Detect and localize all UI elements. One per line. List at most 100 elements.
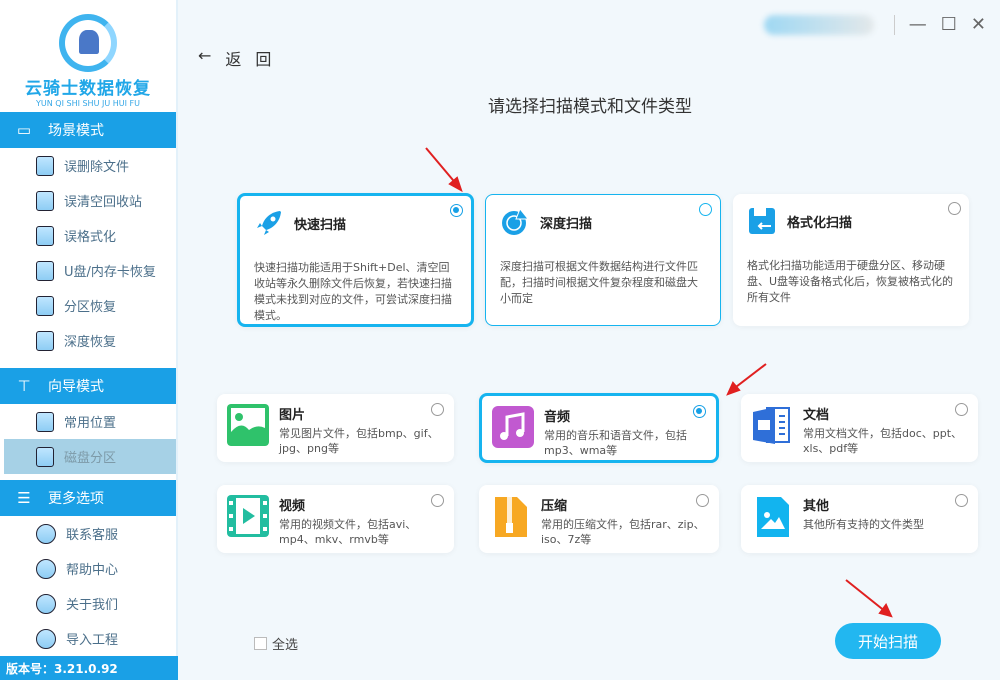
app-name-pinyin: YUN QI SHI SHU JU HUI FU [0, 99, 176, 108]
checkbox[interactable] [254, 637, 267, 650]
sidebar-item-label: 分区恢复 [64, 296, 116, 315]
scan-mode-quick[interactable]: 快速扫描 快速扫描功能适用于Shift+Del、清空回收站等永久删除文件后恢复，… [237, 193, 474, 327]
sidebar-item-label: 误清空回收站 [64, 191, 142, 210]
card-title: 快速扫描 [294, 214, 346, 233]
main-panel: — ☐ ✕ ←返回 请选择扫描模式和文件类型 快速扫描 快速扫描功能适用于Shi… [180, 0, 1000, 680]
file-type-other[interactable]: 其他 其他所有支持的文件类型 [741, 485, 978, 553]
arrow-head [880, 605, 891, 616]
card-title: 图片 [279, 404, 305, 423]
sidebar: 云骑士数据恢复 YUN QI SHI SHU JU HUI FU ▭场景模式 误… [0, 0, 178, 680]
scan-mode-deep[interactable]: 深度扫描 深度扫描可根据文件数据结构进行文件匹配，扫描时间根据文件复杂程度和磁盘… [485, 194, 721, 326]
file-type-video[interactable]: 视频 常用的视频文件，包括avi、mp4、mkv、rmvb等 [217, 485, 454, 553]
section-wizard-mode[interactable]: ⊤ 向导模式 [0, 368, 176, 404]
card-desc: 常用文档文件，包括doc、ppt、xls、pdf等 [803, 426, 970, 456]
sidebar-item-label: 常用位置 [64, 412, 116, 431]
card-desc: 格式化扫描功能适用于硬盘分区、移动硬盘、U盘等设备格式化后，恢复被格式化的所有文… [747, 258, 957, 306]
logo-icon [59, 14, 117, 72]
signpost-icon: ⊤ [14, 378, 34, 394]
radio-unselected[interactable] [948, 202, 961, 215]
radio-selected[interactable] [693, 405, 706, 418]
sidebar-item-label: 深度恢复 [64, 331, 116, 350]
floppy-icon [36, 226, 54, 246]
sidebar-item-label: U盘/内存卡恢复 [64, 261, 156, 280]
sidebar-item-contact[interactable]: 联系客服 [0, 516, 176, 551]
app-logo: 云骑士数据恢复 YUN QI SHI SHU JU HUI FU [0, 0, 176, 112]
sidebar-item-deep[interactable]: 深度恢复 [0, 323, 176, 358]
radio-unselected[interactable] [696, 494, 709, 507]
sidebar-item-format[interactable]: 误格式化 [0, 218, 176, 253]
menu-icon: ☰ [14, 490, 34, 506]
card-desc: 其他所有支持的文件类型 [803, 517, 970, 532]
sidebar-item-label: 关于我们 [66, 594, 118, 613]
card-desc: 深度扫描可根据文件数据结构进行文件匹配，扫描时间根据文件复杂程度和磁盘大小而定 [500, 259, 708, 307]
sd-card-icon [36, 261, 54, 281]
select-all-checkbox[interactable]: 全选 [254, 634, 298, 653]
sidebar-item-deleted-files[interactable]: 误删除文件 [0, 148, 176, 183]
radio-unselected[interactable] [431, 494, 444, 507]
sidebar-item-label: 误格式化 [64, 226, 116, 245]
page-title: 请选择扫描模式和文件类型 [180, 92, 1000, 117]
section-more-options[interactable]: ☰更多选项 [0, 480, 176, 516]
section-scene-mode[interactable]: ▭场景模式 [0, 112, 176, 148]
file-type-image[interactable]: 图片 常见图片文件，包括bmp、gif、jpg、png等 [217, 394, 454, 462]
section-label: 向导模式 [48, 376, 104, 396]
divider [894, 15, 895, 35]
file-type-audio[interactable]: 音频 常用的音乐和语音文件，包括mp3、wma等 [479, 393, 719, 463]
music-note-icon [492, 406, 534, 448]
card-title: 音频 [544, 406, 570, 425]
sidebar-item-common-location[interactable]: 常用位置 [0, 404, 176, 439]
close-icon[interactable]: ✕ [971, 14, 986, 35]
card-title: 深度扫描 [540, 213, 592, 232]
file-type-archive[interactable]: 压缩 常用的压缩文件，包括rar、zip、iso、7z等 [479, 485, 719, 553]
card-title: 压缩 [541, 495, 567, 514]
sidebar-item-recycle-bin[interactable]: 误清空回收站 [0, 183, 176, 218]
zip-icon [489, 495, 531, 537]
deep-recover-icon [36, 331, 54, 351]
minimize-icon[interactable]: — [909, 14, 927, 35]
annotation-arrow [426, 148, 458, 186]
deleted-file-icon [36, 156, 54, 176]
sidebar-item-label: 磁盘分区 [64, 447, 116, 466]
sidebar-item-import[interactable]: 导入工程 [0, 621, 176, 656]
card-desc: 常见图片文件，包括bmp、gif、jpg、png等 [279, 426, 446, 456]
window-controls: — ☐ ✕ [764, 14, 986, 35]
phone-icon [36, 524, 56, 544]
sidebar-item-help[interactable]: 帮助中心 [0, 551, 176, 586]
start-scan-button[interactable]: 开始扫描 [835, 623, 941, 659]
radio-unselected[interactable] [955, 494, 968, 507]
annotation-arrow [846, 580, 886, 612]
disk-icon [36, 296, 54, 316]
radio-unselected[interactable] [699, 203, 712, 216]
arrow-head [728, 383, 739, 394]
back-button[interactable]: ←返回 [198, 46, 271, 70]
card-desc: 常用的音乐和语音文件，包括mp3、wma等 [544, 428, 708, 458]
back-label: 返 [225, 46, 241, 70]
image-icon [227, 404, 269, 446]
scan-mode-format[interactable]: 格式化扫描 格式化扫描功能适用于硬盘分区、移动硬盘、U盘等设备格式化后，恢复被格… [733, 194, 969, 326]
sidebar-item-disk-partition[interactable]: 磁盘分区 [4, 439, 176, 474]
disk-icon [36, 447, 54, 467]
annotation-arrow [732, 364, 766, 390]
user-avatar-blurred[interactable] [764, 15, 874, 35]
sidebar-item-label: 误删除文件 [64, 156, 129, 175]
radio-unselected[interactable] [431, 403, 444, 416]
target-icon [500, 207, 530, 237]
card-title: 文档 [803, 404, 829, 423]
radio-selected[interactable] [450, 204, 463, 217]
sidebar-item-partition[interactable]: 分区恢复 [0, 288, 176, 323]
version-label: 版本号：3.21.0.92 [0, 656, 178, 680]
info-icon [36, 594, 56, 614]
maximize-icon[interactable]: ☐ [941, 14, 957, 35]
radio-unselected[interactable] [955, 403, 968, 416]
card-title: 视频 [279, 495, 305, 514]
card-desc: 快速扫描功能适用于Shift+Del、清空回收站等永久删除文件后恢复，若快速扫描… [254, 260, 459, 324]
sidebar-item-label: 帮助中心 [66, 559, 118, 578]
document-icon [751, 404, 793, 446]
file-type-document[interactable]: 文档 常用文档文件，包括doc、ppt、xls、pdf等 [741, 394, 978, 462]
sidebar-item-label: 导入工程 [66, 629, 118, 648]
other-file-icon [751, 495, 793, 537]
sidebar-item-about[interactable]: 关于我们 [0, 586, 176, 621]
app-name: 云骑士数据恢复 [0, 74, 176, 99]
back-label-2: 回 [255, 46, 271, 70]
sidebar-item-usb-card[interactable]: U盘/内存卡恢复 [0, 253, 176, 288]
